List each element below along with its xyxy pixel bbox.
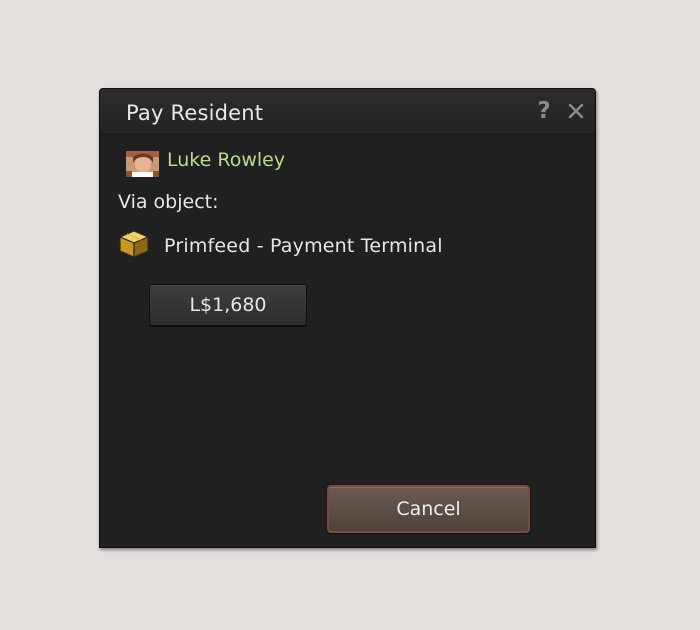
avatar: [126, 151, 159, 177]
pay-resident-dialog: Pay Resident ? Luke Rowley Via object: P…: [99, 88, 596, 548]
object-name: Primfeed - Payment Terminal: [164, 235, 443, 257]
pay-amount-button[interactable]: L$1,680: [149, 284, 307, 326]
box-icon: [118, 229, 151, 259]
via-object-label: Via object:: [118, 191, 219, 213]
dialog-title: Pay Resident: [126, 101, 264, 125]
help-icon[interactable]: ?: [534, 99, 554, 123]
title-bar[interactable]: Pay Resident ?: [100, 89, 595, 135]
resident-name[interactable]: Luke Rowley: [167, 149, 285, 171]
cancel-button[interactable]: Cancel: [327, 485, 530, 533]
close-icon[interactable]: [566, 101, 586, 121]
